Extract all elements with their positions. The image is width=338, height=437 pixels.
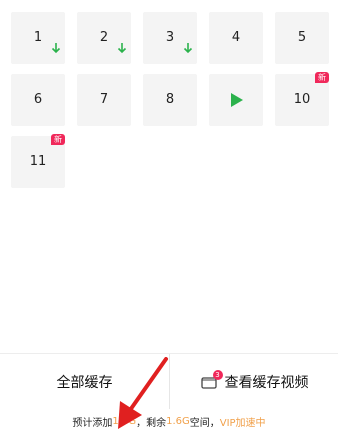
- episode-10[interactable]: 10 新: [275, 72, 329, 126]
- downloaded-arrow-icon: [51, 43, 61, 54]
- episode-number: 10: [293, 92, 311, 107]
- episode-8[interactable]: 8: [143, 74, 197, 126]
- episode-4[interactable]: 4: [209, 12, 263, 64]
- bottom-action-bar: 全部缓存 3 查看缓存视频: [0, 353, 338, 410]
- episode-number: 4: [231, 30, 241, 45]
- downloaded-arrow-icon: [117, 43, 127, 54]
- episode-9-playing[interactable]: [209, 74, 263, 126]
- cache-count-badge: 3: [212, 369, 223, 380]
- new-badge: 新: [315, 72, 329, 83]
- storage-status-bar: 预计添加 1.6G ，剩余 1.6G 空间， VIP加速中: [0, 409, 338, 434]
- episode-3[interactable]: 3: [143, 12, 197, 64]
- view-cache-label: 查看缓存视频: [224, 375, 309, 391]
- remaining-space-value: 1.6G: [166, 416, 190, 427]
- downloaded-arrow-icon: [183, 43, 193, 54]
- view-cached-videos-button[interactable]: 3 查看缓存视频: [169, 354, 338, 410]
- episode-number: 8: [165, 92, 175, 107]
- cache-all-label: 全部缓存: [56, 375, 113, 391]
- play-icon: [231, 93, 243, 107]
- episode-5[interactable]: 5: [275, 12, 329, 64]
- episode-number: 7: [99, 92, 109, 107]
- vip-acceleration-label: VIP加速中: [219, 418, 266, 429]
- episode-number: 6: [33, 92, 43, 107]
- episode-grid: 1 2 3 4 5 6 7 8 10 新 11 新: [0, 0, 338, 200]
- status-remaining-label: ，剩余: [136, 418, 167, 429]
- episode-number: 11: [29, 154, 47, 169]
- new-badge: 新: [51, 134, 65, 145]
- folder-icon: 3: [200, 369, 223, 389]
- cache-all-button[interactable]: 全部缓存: [0, 354, 169, 410]
- episode-2[interactable]: 2: [77, 12, 131, 64]
- status-space-label: 空间，: [189, 418, 220, 429]
- episode-1[interactable]: 1: [11, 12, 65, 64]
- episode-7[interactable]: 7: [77, 74, 131, 126]
- status-prefix: 预计添加: [72, 418, 113, 429]
- episode-6[interactable]: 6: [11, 74, 65, 126]
- episode-number: 5: [297, 30, 307, 45]
- add-size-value: 1.6G: [112, 416, 137, 427]
- episode-11[interactable]: 11 新: [11, 134, 65, 188]
